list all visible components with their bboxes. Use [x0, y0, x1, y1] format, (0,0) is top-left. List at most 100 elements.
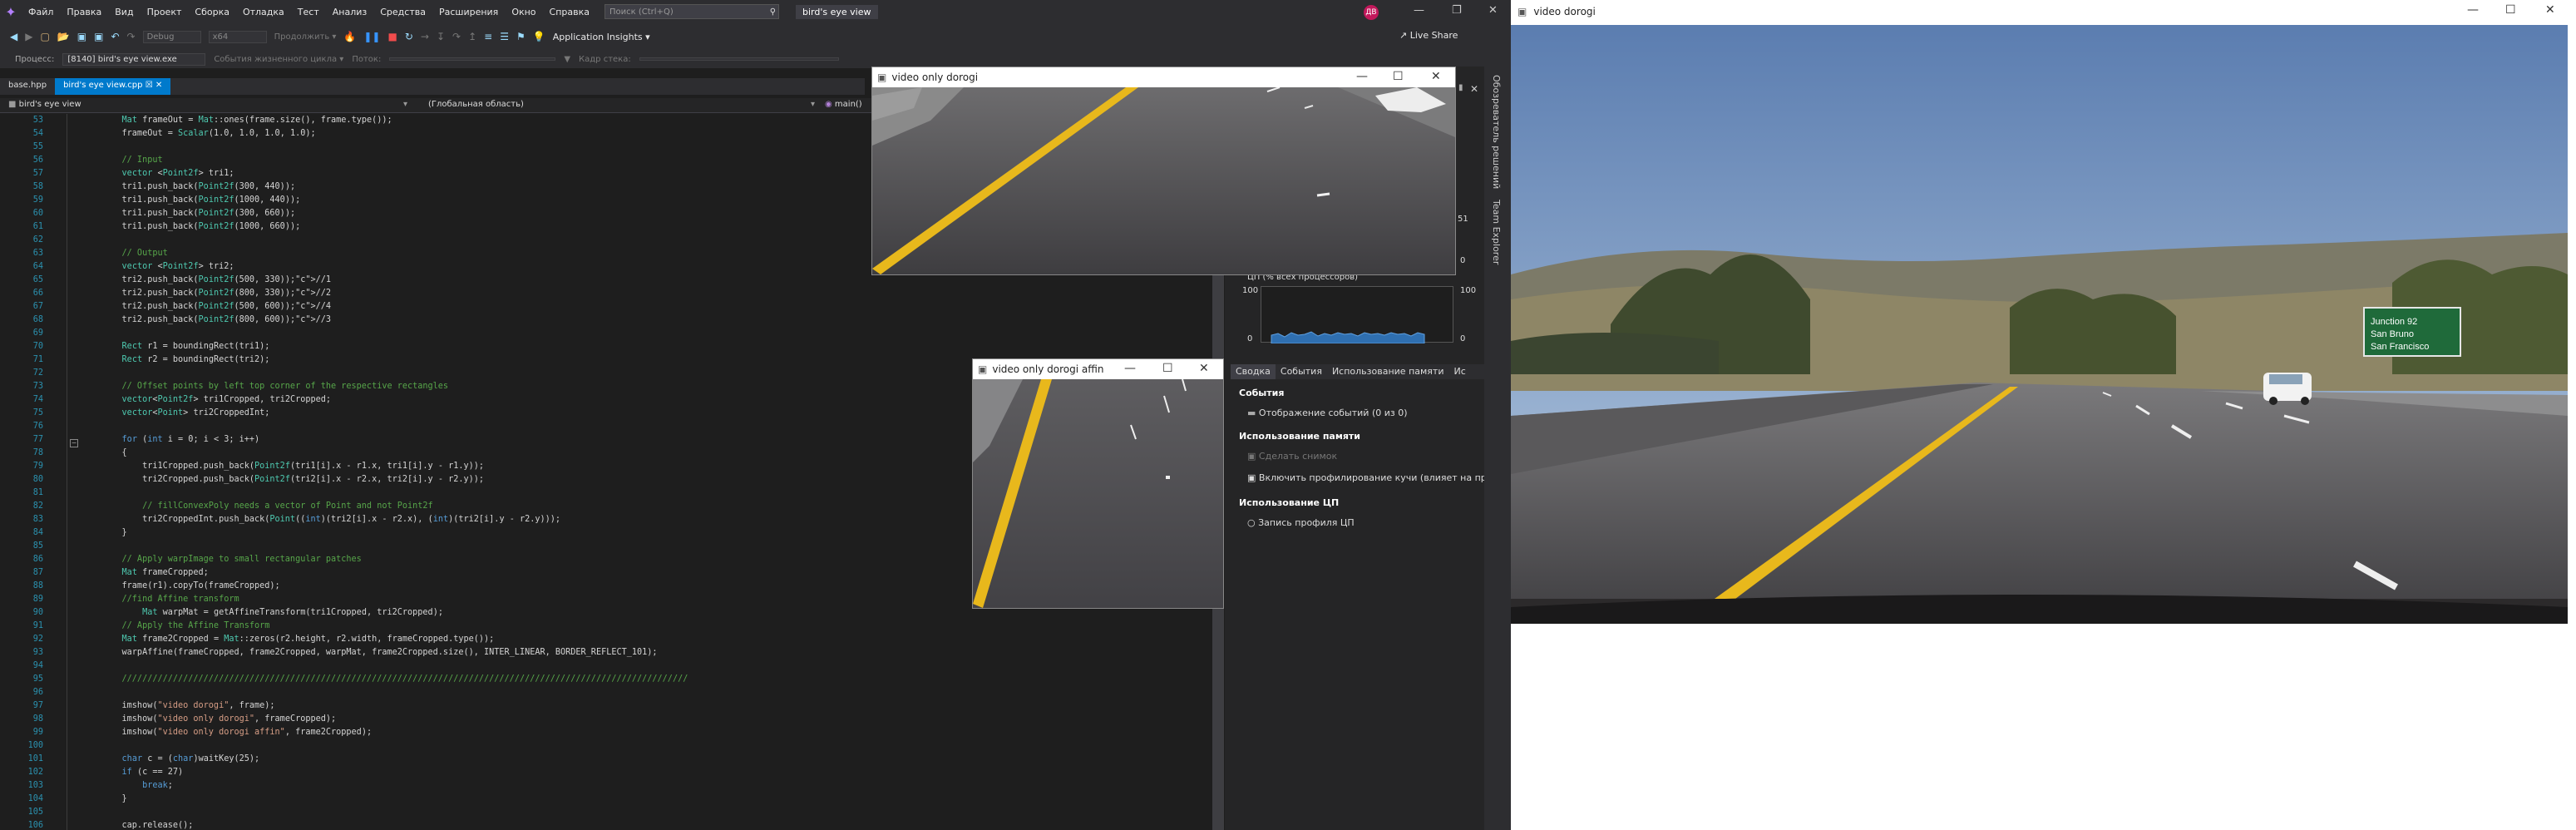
snapshot-button[interactable]: ▣ Сделать снимок: [1247, 451, 1337, 462]
menu-item[interactable]: Расширения: [432, 7, 505, 17]
close-icon[interactable]: ✕: [1199, 362, 1209, 375]
back-icon[interactable]: ◀: [10, 31, 17, 42]
code-line[interactable]: 68 tri2.push_back(Point2f(800, 600));"c"…: [0, 314, 1214, 327]
save-icon[interactable]: ▣: [77, 31, 86, 42]
close-icon[interactable]: ✕: [1488, 4, 1498, 17]
code-line[interactable]: 67 tri2.push_back(Point2f(500, 600));"c"…: [0, 300, 1214, 314]
forward-icon[interactable]: ▶: [25, 31, 32, 42]
close-icon[interactable]: ✕: [1431, 70, 1441, 83]
menu-item[interactable]: Анализ: [326, 7, 374, 17]
maximize-icon[interactable]: ☐: [2505, 3, 2516, 17]
menu-item[interactable]: Сборка: [188, 7, 236, 17]
new-project-icon[interactable]: ▢: [40, 31, 49, 42]
lifecycle-dropdown[interactable]: События жизненного цикла ▾: [214, 55, 343, 64]
stack-frame-dropdown[interactable]: [639, 57, 839, 61]
video-main-titlebar[interactable]: ▣ video dorogi: [1511, 0, 2576, 23]
hot-reload-icon[interactable]: 🔥: [343, 31, 356, 42]
heap-profiling-checkbox[interactable]: ▣ Включить профилирование кучи (влияет н…: [1247, 472, 1487, 483]
menu-item[interactable]: Отладка: [236, 7, 291, 17]
thread-dropdown[interactable]: [389, 57, 556, 61]
restore-icon[interactable]: ❐: [1452, 4, 1462, 17]
project-dropdown-arrow[interactable]: ▾: [403, 100, 407, 109]
tab-base-hpp[interactable]: base.hpp: [0, 78, 55, 95]
video-main-window[interactable]: ▣ video dorogi — ☐ ✕ Junction 92 San Bru…: [1511, 0, 2576, 830]
process-dropdown[interactable]: [8140] bird's eye view.exe: [62, 52, 206, 66]
menu-item[interactable]: Окно: [505, 7, 542, 17]
code-line[interactable]: 100: [0, 739, 1214, 753]
panel-close-icon[interactable]: ✕: [1470, 83, 1478, 95]
code-line[interactable]: 94: [0, 660, 1214, 673]
bookmark-icon[interactable]: ⚑: [516, 31, 526, 42]
project-dropdown[interactable]: ■ bird's eye view: [8, 100, 81, 109]
code-line[interactable]: 97 imshow("video dorogi", frame);: [0, 699, 1214, 713]
step-into-icon[interactable]: ↧: [437, 31, 445, 42]
redo-icon[interactable]: ↷: [127, 31, 136, 42]
undo-icon[interactable]: ↶: [111, 31, 119, 42]
menu-item[interactable]: Тест: [291, 7, 326, 17]
minimize-icon[interactable]: —: [1356, 70, 1368, 83]
continue-button[interactable]: Продолжить ▾: [274, 32, 337, 42]
video-only-window[interactable]: ▣ video only dorogi — ☐ ✕: [871, 67, 1456, 275]
menu-item[interactable]: Правка: [60, 7, 108, 17]
code-line[interactable]: 95 /////////////////////////////////////…: [0, 673, 1214, 686]
menu-item[interactable]: Файл: [22, 7, 60, 17]
function-dropdown[interactable]: ◉ main(): [825, 100, 862, 109]
diag-tab[interactable]: События: [1276, 364, 1327, 379]
code-line[interactable]: 66 tri2.push_back(Point2f(800, 330));"c"…: [0, 287, 1214, 300]
minimize-icon[interactable]: —: [1124, 362, 1136, 375]
tab-birds-eye-view-cpp[interactable]: bird's eye view.cpp ☒ ✕: [55, 78, 171, 95]
code-line[interactable]: 92 Mat frame2Cropped = Mat::zeros(r2.hei…: [0, 633, 1214, 646]
pause-icon[interactable]: ❚❚: [363, 31, 380, 42]
menu-item[interactable]: Справка: [543, 7, 596, 17]
menu-item[interactable]: Средства: [373, 7, 432, 17]
filter-icon[interactable]: ▼: [564, 55, 570, 64]
code-line[interactable]: 69: [0, 327, 1214, 340]
code-line[interactable]: 70 Rect r1 = boundingRect(tri1);: [0, 340, 1214, 353]
video-affin-titlebar[interactable]: ▣ video only dorogi affin: [973, 359, 1223, 379]
code-line[interactable]: 102 if (c == 27): [0, 766, 1214, 779]
minimize-icon[interactable]: —: [1414, 4, 1424, 17]
code-line[interactable]: 65 tri2.push_back(Point2f(500, 330));"c"…: [0, 274, 1214, 287]
maximize-icon[interactable]: ☐: [1162, 362, 1173, 375]
step-out-icon[interactable]: ↥: [468, 31, 476, 42]
code-line[interactable]: 91 // Apply the Affine Transform: [0, 620, 1214, 633]
code-line[interactable]: 98 imshow("video only dorogi", frameCrop…: [0, 713, 1214, 726]
minimize-icon[interactable]: —: [2467, 3, 2479, 17]
code-line[interactable]: 105: [0, 806, 1214, 819]
config-dropdown[interactable]: Debug: [142, 30, 201, 43]
close-icon[interactable]: ✕: [2545, 3, 2555, 17]
panel-pin-icon[interactable]: ▮: [1458, 83, 1463, 92]
code-line[interactable]: 106 cap.release();: [0, 819, 1214, 830]
code-line[interactable]: 103 break;: [0, 779, 1214, 793]
live-share-button[interactable]: ↗ Live Share: [1399, 30, 1458, 41]
solution-explorer-tab[interactable]: Обозреватель решений: [1491, 75, 1502, 189]
platform-dropdown[interactable]: x64: [208, 30, 267, 43]
code-line[interactable]: 93 warpAffine(frameCropped, frame2Croppe…: [0, 646, 1214, 660]
video-affin-window[interactable]: ▣ video only dorogi affin — ☐ ✕: [972, 358, 1224, 609]
thread-icon[interactable]: ☰: [500, 31, 509, 42]
events-item[interactable]: ▬ Отображение событий (0 из 0): [1247, 408, 1408, 418]
scope-dropdown-arrow[interactable]: ▾: [811, 100, 815, 109]
code-line[interactable]: 99 imshow("video only dorogi affin", fra…: [0, 726, 1214, 739]
maximize-icon[interactable]: ☐: [1393, 70, 1404, 83]
diag-tab[interactable]: Использование памяти: [1327, 364, 1449, 379]
hex-icon[interactable]: ≡: [484, 31, 492, 42]
scope-dropdown[interactable]: (Глобальная область): [428, 100, 524, 109]
diag-tab[interactable]: Ис: [1448, 364, 1470, 379]
step-over-icon[interactable]: ↷: [452, 31, 461, 42]
code-line[interactable]: 96: [0, 686, 1214, 699]
avatar[interactable]: ДВ: [1364, 5, 1379, 20]
collapse-icon[interactable]: −: [70, 439, 78, 447]
diag-tab[interactable]: Сводка: [1231, 364, 1276, 379]
stop-icon[interactable]: ■: [387, 31, 397, 42]
show-next-statement-icon[interactable]: →: [421, 31, 429, 42]
cpu-profile-button[interactable]: ○ Запись профиля ЦП: [1247, 517, 1355, 528]
search-box[interactable]: Поиск (Ctrl+Q) ⚲: [605, 4, 780, 19]
app-insights-button[interactable]: Application Insights ▾: [553, 32, 650, 42]
save-all-icon[interactable]: ▣: [94, 31, 103, 42]
pin-icon[interactable]: ☒: [146, 81, 153, 90]
code-line[interactable]: 104 }: [0, 793, 1214, 806]
close-tab-icon[interactable]: ✕: [155, 81, 162, 90]
team-explorer-tab[interactable]: Team Explorer: [1491, 200, 1502, 264]
restart-icon[interactable]: ↻: [405, 31, 413, 42]
